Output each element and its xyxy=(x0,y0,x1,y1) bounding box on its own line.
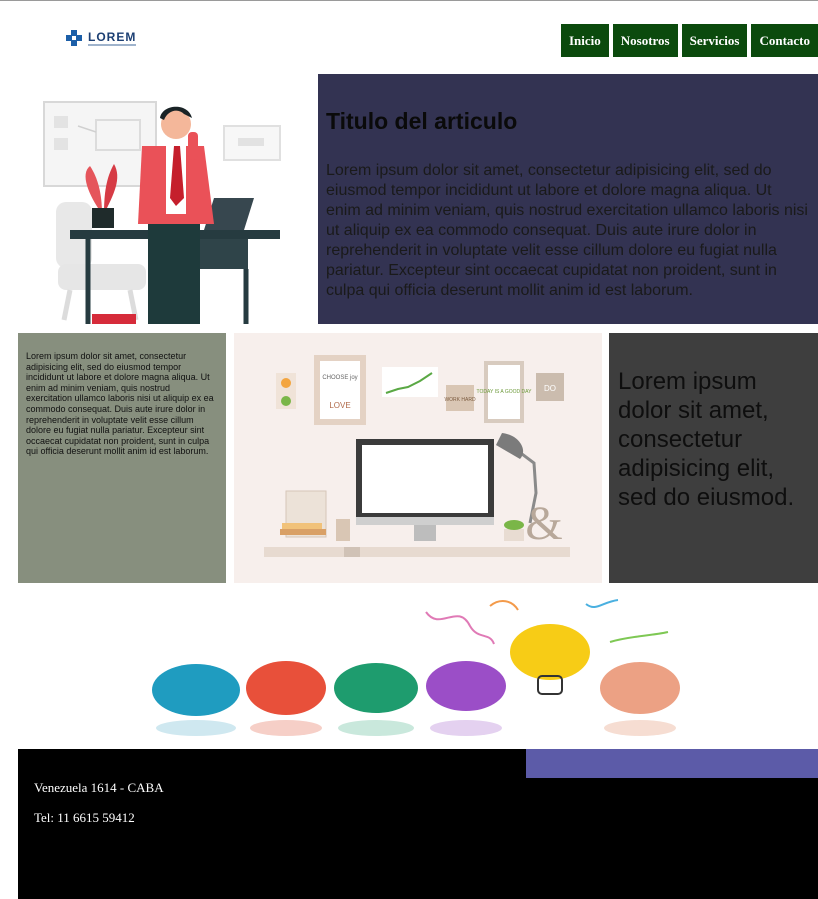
paper-balls-lightbulb xyxy=(152,599,680,736)
small-text: Lorem ipsum dolor sit amet, consectetur … xyxy=(26,351,214,457)
footer-phone: Tel: 11 6615 59412 xyxy=(34,810,135,825)
logo-tagline-line xyxy=(88,44,136,46)
poster-good-day: TODAY IS A GOOD DAY xyxy=(477,389,533,395)
text-card-small: Lorem ipsum dolor sit amet, consectetur … xyxy=(18,333,226,583)
top-border xyxy=(0,0,818,1)
ideas-illustration xyxy=(140,592,700,744)
article-body: Lorem ipsum dolor sit amet, consectetur … xyxy=(326,162,808,299)
logo-mark-icon xyxy=(66,30,82,46)
poster-love: LOVE xyxy=(329,401,350,410)
nav-contacto[interactable]: Contacto xyxy=(751,24,818,57)
nav-nosotros[interactable]: Nosotros xyxy=(612,24,678,57)
poster-do: DO xyxy=(544,384,556,393)
nav-inicio[interactable]: Inicio xyxy=(560,24,609,57)
site-logo[interactable]: LOREM xyxy=(22,8,182,66)
poster-work-hard: WORK HARD xyxy=(444,397,476,403)
svg-text:&: & xyxy=(525,497,562,550)
text-card-large: Lorem ipsum dolor sit amet, consectetur … xyxy=(609,333,818,583)
footer-accent-bar xyxy=(526,749,818,778)
logo-text: LOREM xyxy=(88,30,137,44)
workspace-illustration: CHOOSE joy LOVE WORK HARD TODAY IS A GOO… xyxy=(234,333,602,583)
workspace-illustration-graphic: CHOOSE joy LOVE WORK HARD TODAY IS A GOO… xyxy=(264,355,570,557)
main-nav: Inicio Nosotros Servicios Contacto xyxy=(560,24,818,57)
article-title: Titulo del articulo xyxy=(326,108,518,134)
nav-servicios[interactable]: Servicios xyxy=(681,24,748,57)
poster-choose: CHOOSE joy xyxy=(322,375,357,381)
article-panel: Titulo del articulo Lorem ipsum dolor si… xyxy=(318,74,818,324)
footer-address: Venezuela 1614 - CABA xyxy=(34,780,164,795)
hero-illustration xyxy=(18,74,318,324)
large-text: Lorem ipsum dolor sit amet, consectetur … xyxy=(618,368,795,511)
businessman-illustration xyxy=(43,101,281,324)
site-footer: Venezuela 1614 - CABA Tel: 11 6615 59412 xyxy=(18,749,818,899)
